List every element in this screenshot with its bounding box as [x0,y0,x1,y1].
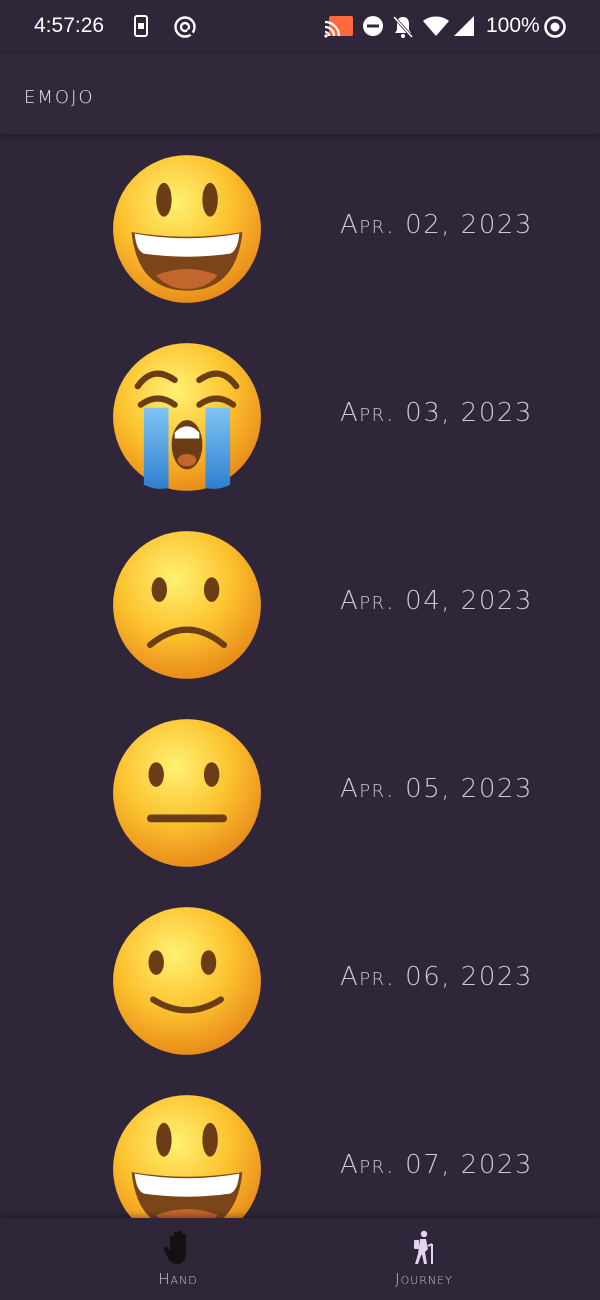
entry-date: Apr. 03, 2023 [340,398,533,428]
frowning-face-emoji [113,531,261,679]
grinning-face-emoji [113,1095,261,1218]
nav-label-journey: Journey [395,1270,453,1288]
neutral-face-emoji [113,719,261,867]
entry-date: Apr. 07, 2023 [340,1150,533,1180]
slightly-smiling-face-emoji [113,907,261,1055]
entry-date: Apr. 06, 2023 [340,962,533,992]
bell-off-icon [392,15,414,39]
entry-date: Apr. 05, 2023 [340,774,533,804]
journal-entry[interactable]: Apr. 02, 2023 [0,134,600,322]
emoji-journal-list[interactable]: Apr. 02, 2023 Apr. 03, 2023 Apr. 04, 202… [0,134,600,1218]
do-not-disturb-icon [363,16,383,36]
hand-icon [163,1230,186,1264]
status-bar: 4:57:26 100% [0,0,600,54]
nav-item-journey[interactable]: Journey [274,1218,574,1300]
journal-entry[interactable]: Apr. 04, 2023 [0,510,600,698]
bottom-navigation: Hand Journey [0,1218,600,1300]
loudly-crying-face-emoji [113,343,261,491]
signal-icon [454,16,474,36]
status-time: 4:57:26 [34,14,105,37]
app-title: emojo [24,80,95,110]
app-screen: 4:57:26 100% emojo Apr. 02, 2023 Apr. 03… [0,0,600,1300]
at-sign-icon [174,16,196,38]
sim-card-icon [134,15,148,37]
journal-entry[interactable]: Apr. 03, 2023 [0,322,600,510]
grinning-face-emoji [113,155,261,303]
app-bar: emojo [0,54,600,134]
cast-icon [324,16,353,38]
entry-date: Apr. 04, 2023 [340,586,533,616]
battery-percentage: 100% [486,14,540,37]
journal-entry[interactable]: Apr. 06, 2023 [0,886,600,1074]
battery-ring-icon [544,16,566,38]
journal-entry[interactable]: Apr. 05, 2023 [0,698,600,886]
entry-date: Apr. 02, 2023 [340,210,533,240]
hiker-icon [414,1230,433,1264]
journal-entry[interactable]: Apr. 07, 2023 [0,1074,600,1218]
wifi-icon [423,16,449,36]
